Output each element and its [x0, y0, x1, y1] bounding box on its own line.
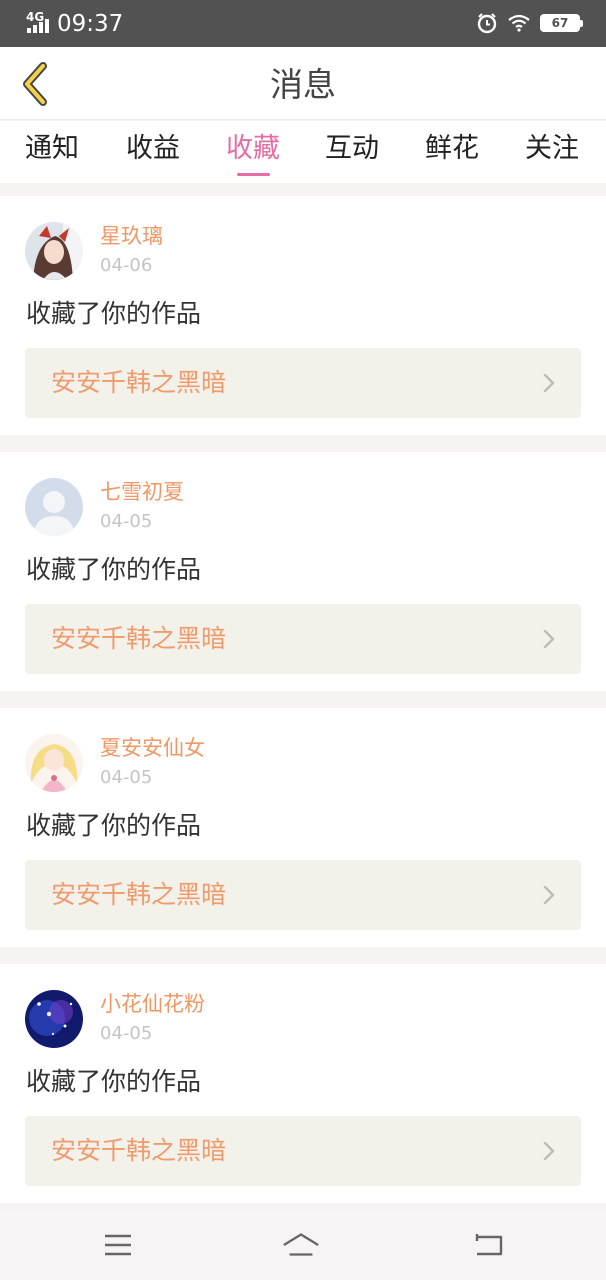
work-title: 安安千韩之黑暗: [51, 368, 227, 397]
chevron-right-icon: [543, 629, 555, 649]
signal-icon: [27, 19, 51, 33]
battery-icon: 67: [540, 14, 583, 32]
menu-icon: [105, 1234, 131, 1256]
message-text: 收藏了你的作品: [26, 1067, 202, 1096]
avatar[interactable]: [25, 478, 83, 536]
chevron-right-icon: [543, 1141, 555, 1161]
username[interactable]: 七雪初夏: [100, 476, 184, 508]
message-date: 04-05: [100, 511, 153, 532]
work-link[interactable]: 安安千韩之黑暗: [25, 604, 581, 674]
alarm-icon: [477, 13, 497, 34]
tab-flowers[interactable]: 鲜花: [407, 129, 497, 169]
active-tab-indicator: [237, 173, 270, 176]
home-icon: [283, 1233, 319, 1256]
message-card: 星玖璃 04-06 收藏了你的作品 安安千韩之黑暗: [0, 196, 606, 435]
back-icon: [475, 1234, 503, 1256]
chevron-right-icon: [543, 373, 555, 393]
message-card: 七雪初夏 04-05 收藏了你的作品 安安千韩之黑暗: [0, 452, 606, 691]
work-title: 安安千韩之黑暗: [51, 624, 227, 653]
tab-favorites[interactable]: 收藏: [208, 129, 298, 169]
avatar[interactable]: [25, 734, 83, 792]
header-bar: 消息: [0, 47, 606, 120]
clock: 09:37: [57, 11, 124, 37]
battery-level: 67: [551, 16, 569, 30]
message-card: 夏安安仙女 04-05 收藏了你的作品 安安千韩之黑暗: [0, 708, 606, 947]
work-link[interactable]: 安安千韩之黑暗: [25, 1116, 581, 1186]
tab-earnings[interactable]: 收益: [108, 129, 198, 169]
tab-interactions[interactable]: 互动: [307, 129, 397, 169]
status-bar: 4G 09:37 67: [0, 0, 606, 47]
message-text: 收藏了你的作品: [26, 811, 202, 840]
avatar[interactable]: [25, 222, 83, 280]
message-text: 收藏了你的作品: [26, 555, 202, 584]
back-nav-button[interactable]: [468, 1228, 508, 1262]
wifi-icon: [508, 14, 530, 32]
menu-button[interactable]: [98, 1228, 138, 1262]
message-card: 小花仙花粉 04-05 收藏了你的作品 安安千韩之黑暗: [0, 964, 606, 1203]
username[interactable]: 小花仙花粉: [100, 988, 205, 1020]
home-button[interactable]: [281, 1228, 321, 1262]
username[interactable]: 星玖璃: [100, 220, 163, 252]
work-link[interactable]: 安安千韩之黑暗: [25, 860, 581, 930]
message-text: 收藏了你的作品: [26, 299, 202, 328]
work-link[interactable]: 安安千韩之黑暗: [25, 348, 581, 418]
message-date: 04-06: [100, 255, 153, 276]
system-nav-bar: [0, 1210, 606, 1280]
work-title: 安安千韩之黑暗: [51, 1136, 227, 1165]
work-title: 安安千韩之黑暗: [51, 880, 227, 909]
page-title: 消息: [270, 65, 336, 104]
username[interactable]: 夏安安仙女: [100, 732, 205, 764]
message-date: 04-05: [100, 767, 153, 788]
message-date: 04-05: [100, 1023, 153, 1044]
tab-follows[interactable]: 关注: [507, 129, 597, 169]
tab-bar: 通知 收益 收藏 互动 鲜花 关注: [0, 121, 606, 183]
chevron-right-icon: [543, 885, 555, 905]
avatar[interactable]: [25, 990, 83, 1048]
tab-notifications[interactable]: 通知: [7, 129, 97, 169]
